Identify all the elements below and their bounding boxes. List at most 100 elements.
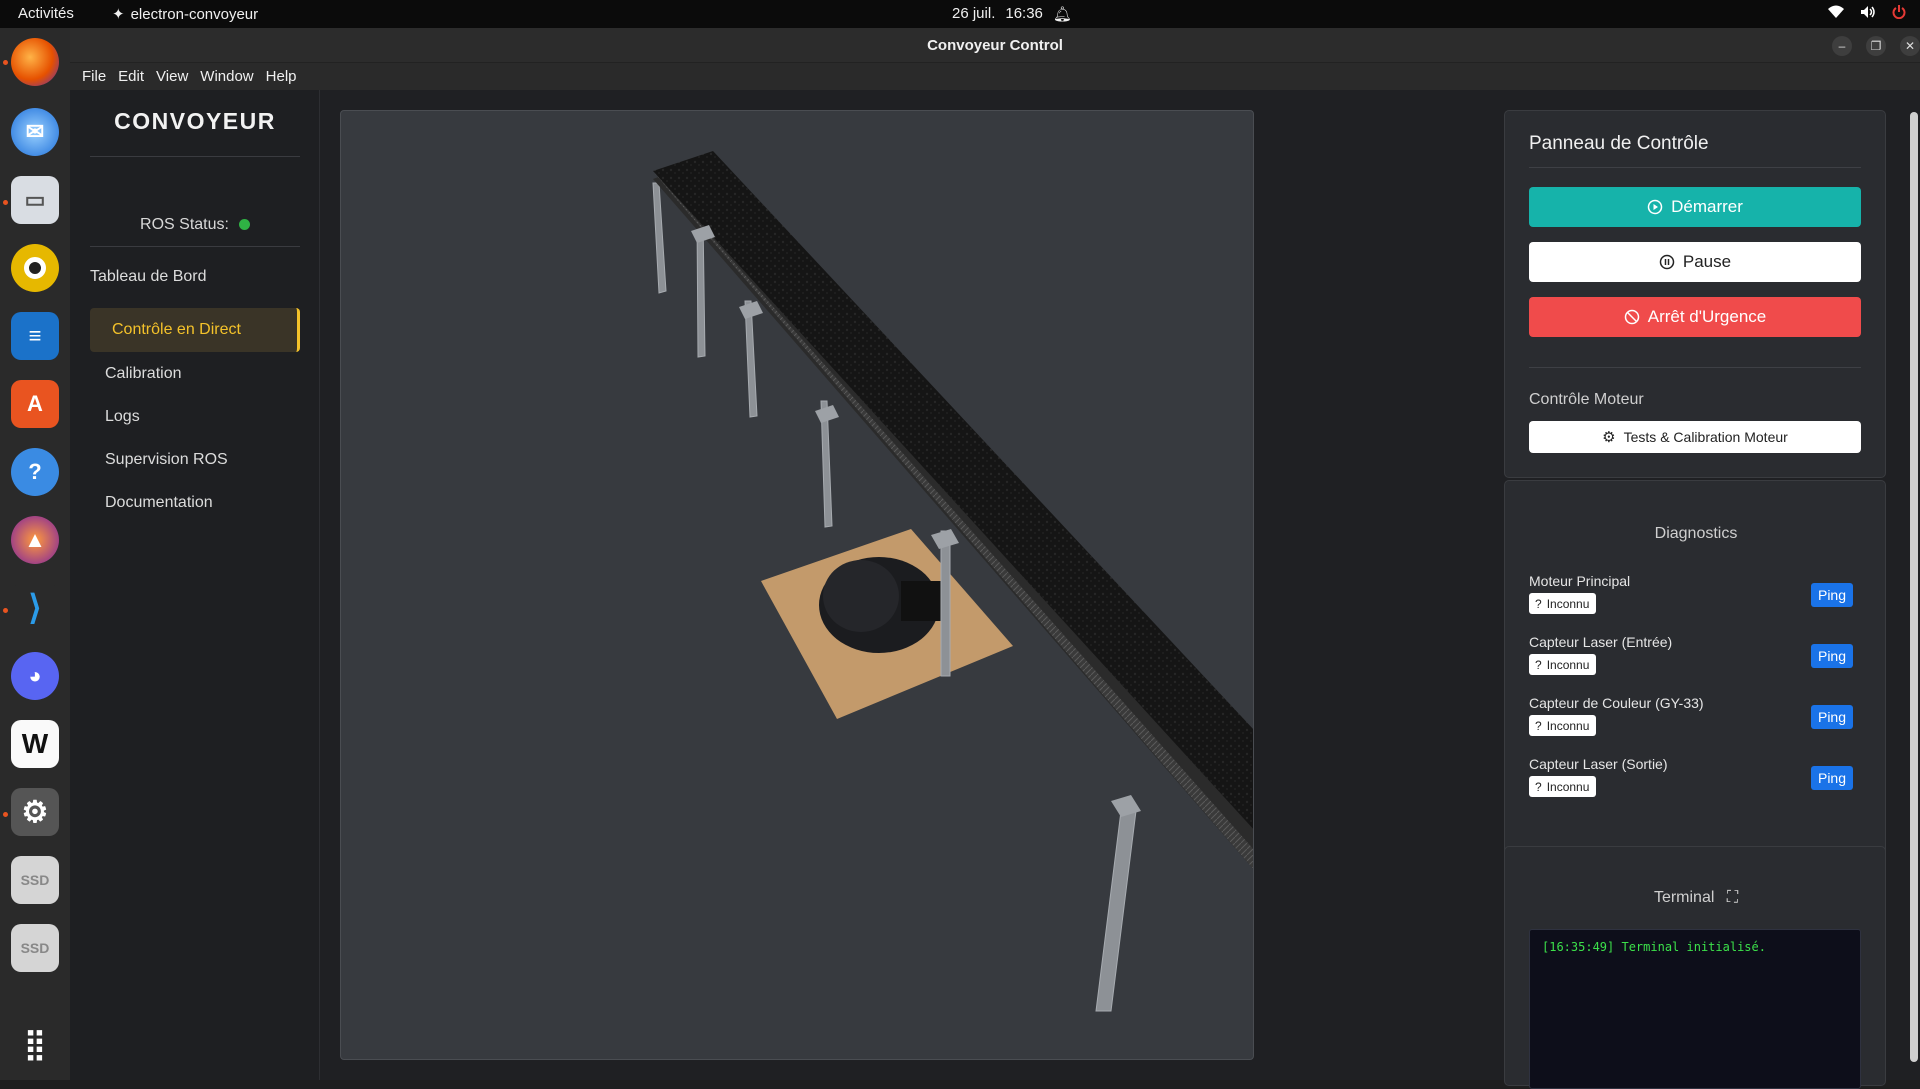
- question-circle-icon: ?: [1535, 718, 1542, 733]
- app-sidebar: CONVOYEUR ROS Status: Tableau de Bord Co…: [70, 90, 320, 1080]
- files-icon[interactable]: ▭: [11, 176, 59, 224]
- emergency-stop-label: Arrêt d'Urgence: [1647, 307, 1767, 326]
- terminal-title: Terminal: [1653, 889, 1715, 906]
- control-panel-title: Panneau de Contrôle: [1529, 133, 1709, 154]
- dock: ✉ ▭ ≡ A ? ▲ ⟩ ◕ W ⚙ SSD SSD ⣿: [0, 28, 70, 1080]
- question-circle-icon: ?: [1535, 779, 1542, 794]
- wifi-icon: [1828, 5, 1844, 18]
- app-window: Convoyeur Control – ❐ ✕ File Edit View W…: [70, 28, 1920, 1089]
- leg-brackets: [691, 225, 1141, 817]
- clock[interactable]: 26 juil. 16:36 🔔︎: [952, 5, 1072, 23]
- play-circle-icon: [1647, 199, 1663, 215]
- expand-icon[interactable]: ⛶: [1727, 889, 1738, 906]
- terminal-line: [16:35:49] Terminal initialisé.: [1542, 940, 1766, 954]
- motor-section-title: Contrôle Moteur: [1529, 391, 1644, 408]
- system-tray[interactable]: [1828, 5, 1906, 19]
- motor-test-calibration-button[interactable]: ⚙ Tests & Calibration Moteur: [1529, 421, 1861, 453]
- pixel-icon[interactable]: ▲: [11, 516, 59, 564]
- date-text: 26 juil.: [952, 5, 996, 22]
- time-text: 16:36: [1005, 5, 1043, 22]
- ping-button[interactable]: Ping: [1811, 705, 1853, 729]
- ping-button[interactable]: Ping: [1811, 644, 1853, 668]
- status-badge: ? Inconnu: [1529, 593, 1597, 614]
- diagnostics-title: Diagnostics: [1654, 525, 1738, 542]
- diagnostic-row-color-sensor: Capteur de Couleur (GY-33) ? Inconnu Ping: [1529, 695, 1861, 739]
- ssd-icon[interactable]: SSD: [11, 924, 59, 972]
- pause-circle-icon: [1659, 254, 1675, 270]
- diagnostic-row-laser-out: Capteur Laser (Sortie) ? Inconnu Ping: [1529, 756, 1861, 800]
- window-titlebar[interactable]: Convoyeur Control – ❐ ✕: [70, 28, 1920, 63]
- conveyor-belt: [653, 151, 1253, 829]
- app-indicator-icon: ✦: [112, 6, 125, 23]
- rhythmbox-icon[interactable]: [11, 244, 59, 292]
- scrollbar-thumb[interactable]: [1910, 112, 1918, 1062]
- menu-view[interactable]: View: [150, 63, 194, 90]
- firefox-icon[interactable]: [11, 38, 59, 86]
- menu-bar: File Edit View Window Help: [70, 63, 1920, 90]
- divider: [90, 156, 300, 157]
- divider: [1529, 367, 1861, 368]
- motor-test-calibration-label: Tests & Calibration Moteur: [1623, 429, 1788, 445]
- question-circle-icon: ?: [1535, 657, 1542, 672]
- running-indicator: [3, 200, 8, 205]
- focused-app-menu[interactable]: ✦ electron-convoyeur: [112, 5, 259, 24]
- wps-icon[interactable]: W: [11, 720, 59, 768]
- close-button[interactable]: ✕: [1900, 36, 1920, 56]
- notification-bell-icon: 🔔︎: [1052, 6, 1072, 23]
- menu-window[interactable]: Window: [194, 63, 259, 90]
- diagnostics-card: Diagnostics Moteur Principal ? Inconnu Pi…: [1504, 480, 1886, 860]
- vscode-icon[interactable]: ⟩: [11, 584, 59, 632]
- sidebar-item-logs[interactable]: Logs: [90, 395, 300, 439]
- running-indicator: [3, 608, 8, 613]
- focused-app-name: electron-convoyeur: [130, 5, 259, 23]
- software-icon[interactable]: A: [11, 380, 59, 428]
- ssd-icon[interactable]: SSD: [11, 856, 59, 904]
- menu-file[interactable]: File: [76, 63, 112, 90]
- volume-icon: [1861, 6, 1875, 18]
- discord-icon[interactable]: ◕: [11, 652, 59, 700]
- terminal-header: Terminal ⛶: [1505, 889, 1887, 907]
- diagnostic-row-main-motor: Moteur Principal ? Inconnu Ping: [1529, 573, 1861, 617]
- start-button[interactable]: Démarrer: [1529, 187, 1861, 227]
- conveyor-3d-viewport[interactable]: [340, 110, 1254, 1060]
- page-scrollbar[interactable]: [1908, 90, 1920, 1080]
- diagnostic-row-laser-in: Capteur Laser (Entrée) ? Inconnu Ping: [1529, 634, 1861, 678]
- terminal-card: Terminal ⛶ [16:35:49] Terminal initialis…: [1504, 846, 1887, 1089]
- help-icon[interactable]: ?: [11, 448, 59, 496]
- conveyor-3d-scene: [652, 151, 1253, 1012]
- terminal-output[interactable]: [16:35:49] Terminal initialisé.: [1529, 929, 1861, 1089]
- gear-icon: ⚙: [1602, 429, 1616, 446]
- power-icon: [1892, 5, 1906, 19]
- question-circle-icon: ?: [1535, 596, 1542, 611]
- divider: [1529, 167, 1861, 168]
- menu-help[interactable]: Help: [260, 63, 303, 90]
- maximize-button[interactable]: ❐: [1866, 36, 1886, 56]
- apps-grid-icon[interactable]: ⣿: [11, 1020, 59, 1068]
- running-indicator: [3, 60, 8, 65]
- writer-icon[interactable]: ≡: [11, 312, 59, 360]
- ping-button[interactable]: Ping: [1811, 766, 1853, 790]
- ros-status: ROS Status:: [90, 216, 300, 234]
- control-panel-card: Panneau de Contrôle Démarrer Pause Arrêt…: [1504, 110, 1886, 478]
- sidebar-item-documentation[interactable]: Documentation: [90, 481, 300, 525]
- activities-button[interactable]: Activités: [18, 5, 74, 22]
- emergency-stop-button[interactable]: Arrêt d'Urgence: [1529, 297, 1861, 337]
- nav-section-dashboard[interactable]: Tableau de Bord: [90, 268, 300, 286]
- sidebar-item-ros-supervision[interactable]: Supervision ROS: [90, 438, 300, 482]
- settings-icon[interactable]: ⚙: [11, 788, 59, 836]
- sidebar-item-live-control[interactable]: Contrôle en Direct: [90, 308, 300, 352]
- menu-edit[interactable]: Edit: [112, 63, 150, 90]
- pause-button[interactable]: Pause: [1529, 242, 1861, 282]
- pause-button-label: Pause: [1682, 252, 1732, 271]
- status-badge: ? Inconnu: [1529, 776, 1597, 797]
- brand-title: CONVOYEUR: [114, 108, 276, 134]
- divider: [90, 246, 300, 247]
- ros-status-dot: [238, 219, 250, 230]
- ping-button[interactable]: Ping: [1811, 583, 1853, 607]
- sidebar-item-calibration[interactable]: Calibration: [90, 352, 300, 396]
- minimize-button[interactable]: –: [1832, 36, 1852, 56]
- ros-status-label: ROS Status:: [140, 216, 229, 233]
- thunderbird-icon[interactable]: ✉: [11, 108, 59, 156]
- system-top-bar: Activités ✦ electron-convoyeur 26 juil. …: [0, 0, 1920, 28]
- status-badge: ? Inconnu: [1529, 715, 1597, 736]
